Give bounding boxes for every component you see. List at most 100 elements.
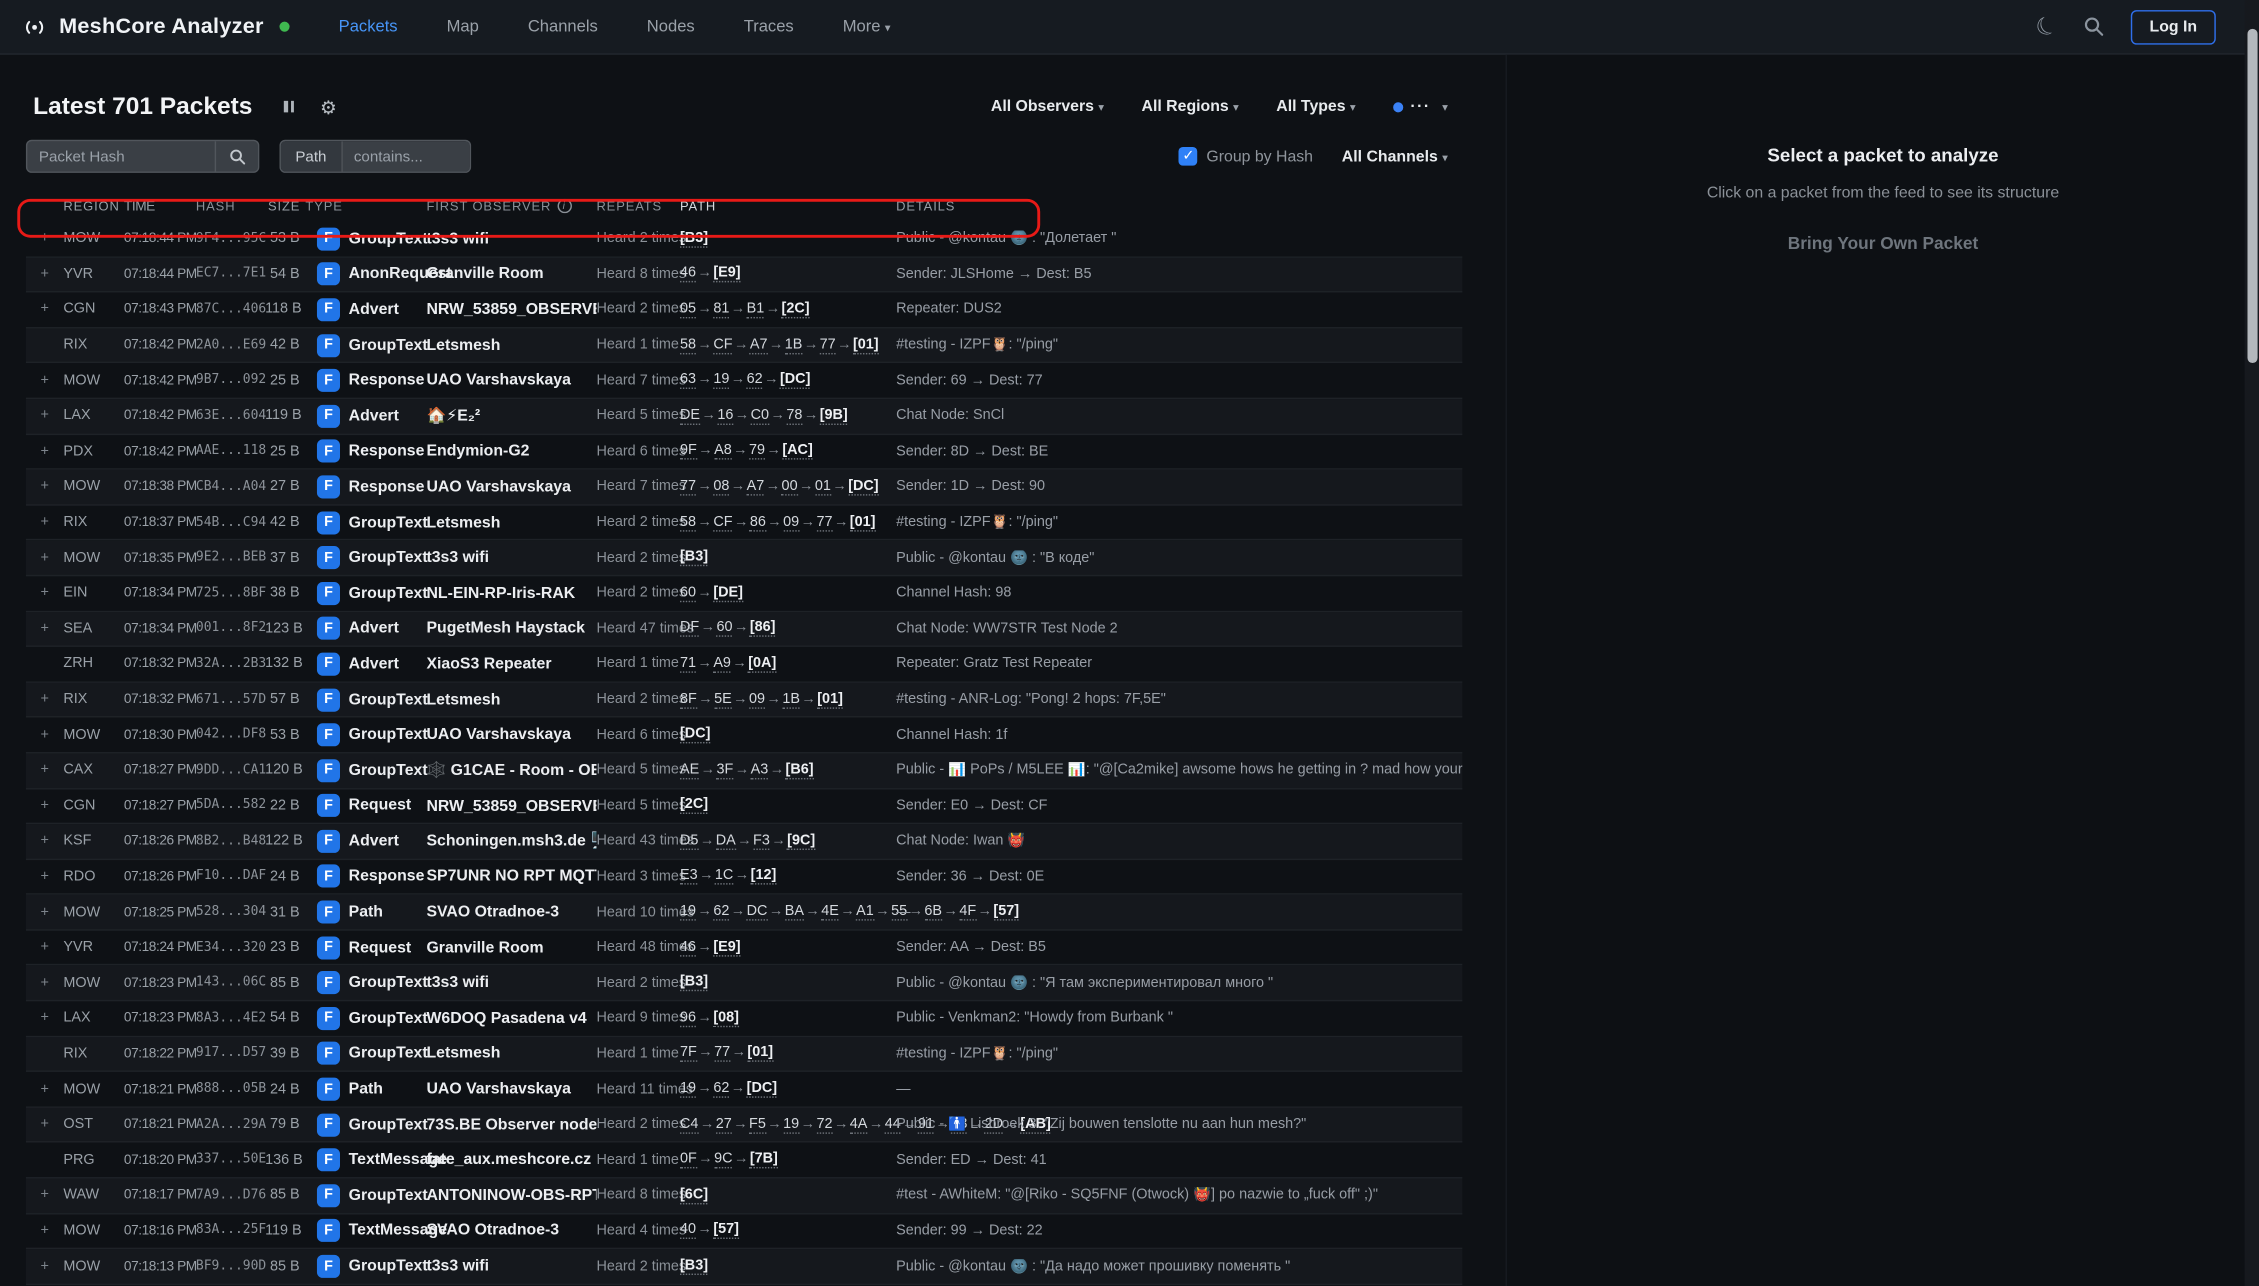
path-hop[interactable]: A7	[750, 337, 768, 354]
path-hop[interactable]: CF	[713, 337, 732, 354]
row-first-observer[interactable]: SVAO Otradnoe-3	[426, 903, 596, 920]
col-path[interactable]: PATH	[680, 196, 896, 217]
row-expander[interactable]: +	[26, 940, 63, 956]
row-expander[interactable]: +	[26, 1258, 63, 1274]
table-row[interactable]: + OST 07:18:21 PM A2A...29A 79 B F Group…	[26, 1108, 1462, 1143]
path-hop[interactable]: 77	[820, 337, 836, 354]
row-expander[interactable]: +	[26, 975, 63, 991]
path-hop[interactable]: [6C]	[680, 1187, 708, 1204]
row-expander[interactable]: +	[26, 1223, 63, 1239]
table-row[interactable]: RIX 07:18:42 PM 2A0...E69 42 B F GroupTe…	[26, 328, 1462, 363]
path-hop[interactable]: [B3]	[680, 1258, 708, 1275]
path-hop[interactable]: 79	[749, 443, 765, 460]
path-hop[interactable]: [12]	[751, 868, 777, 885]
table-row[interactable]: + CGN 07:18:27 PM 5DA...582 22 B F Reque…	[26, 789, 1462, 824]
col-time[interactable]: TIME	[124, 198, 196, 214]
row-first-observer[interactable]: UAO Varshavskaya	[426, 1081, 596, 1098]
nav-link-packets[interactable]: Packets	[339, 18, 398, 35]
row-first-observer[interactable]: Schoningen.msh3.de 🖥️	[426, 832, 596, 851]
path-hop[interactable]: 60	[717, 620, 733, 637]
row-first-observer[interactable]: NL-EIN-RP-Iris-RAK	[426, 585, 596, 602]
path-hop[interactable]: 1B	[782, 691, 800, 708]
table-row[interactable]: + MOW 07:18:16 PM 83A...25F 119 B F Text…	[26, 1214, 1462, 1249]
path-hop[interactable]: 7F	[680, 1045, 697, 1062]
path-hop[interactable]: [B3]	[680, 549, 708, 566]
brand[interactable]: MeshCore Analyzer	[20, 14, 290, 38]
path-hop[interactable]: 09	[783, 514, 799, 531]
table-row[interactable]: + EIN 07:18:34 PM 725...8BF 38 B F Group…	[26, 576, 1462, 611]
group-by-hash-toggle[interactable]: ✓ Group by Hash	[1179, 147, 1313, 166]
path-hop[interactable]: 01	[815, 478, 831, 495]
path-hop[interactable]: DC	[747, 903, 768, 920]
row-expander[interactable]: +	[26, 1081, 63, 1097]
path-hop[interactable]: A9	[713, 655, 731, 672]
row-expander[interactable]: +	[26, 727, 63, 743]
table-row[interactable]: + YVR 07:18:24 PM E34...320 23 B F Reque…	[26, 931, 1462, 966]
path-hop[interactable]: [E9]	[713, 266, 740, 283]
path-hop[interactable]: 27	[716, 1116, 732, 1133]
row-first-observer[interactable]: UAO Varshavskaya	[426, 372, 596, 389]
row-first-observer[interactable]: W6DOQ Pasadena v4	[426, 1010, 596, 1027]
path-hop[interactable]: E3	[680, 868, 698, 885]
table-row[interactable]: + WAW 07:18:17 PM 7A9...D76 85 B F Group…	[26, 1179, 1462, 1214]
packet-hash-input[interactable]	[27, 141, 214, 171]
path-hop[interactable]: AE	[680, 762, 699, 779]
row-expander[interactable]: +	[26, 1188, 63, 1204]
row-first-observer[interactable]: t3s3 wifi	[426, 549, 596, 566]
path-hop[interactable]: DE	[680, 407, 700, 424]
table-row[interactable]: + LAX 07:18:42 PM 63E...604 119 B F Adve…	[26, 399, 1462, 434]
col-size[interactable]: SIZE	[265, 199, 305, 213]
row-first-observer[interactable]: UAO Varshavskaya	[426, 726, 596, 743]
channels-filter-dropdown[interactable]: All Channels▾	[1342, 148, 1448, 165]
row-first-observer[interactable]: Endymion-G2	[426, 443, 596, 460]
table-row[interactable]: + MOW 07:18:13 PM BF9...90D 85 B F Group…	[26, 1249, 1462, 1284]
table-row[interactable]: + YVR 07:18:44 PM EC7...7E1 54 B F AnonR…	[26, 257, 1462, 292]
path-hop[interactable]: [DE]	[713, 585, 743, 602]
dark-mode-toggle-moon-icon[interactable]: ☾	[2031, 11, 2061, 42]
path-hop[interactable]: 9F	[680, 443, 697, 460]
path-hop[interactable]: 77	[714, 1045, 730, 1062]
path-hop[interactable]: 81	[713, 301, 729, 318]
path-hop[interactable]: [01]	[850, 514, 876, 531]
path-hop[interactable]: 58	[680, 514, 696, 531]
types-filter-dropdown[interactable]: All Types▾	[1276, 98, 1355, 115]
path-hop[interactable]: 9C	[714, 1151, 732, 1168]
table-row[interactable]: + MOW 07:18:42 PM 9B7...092 25 B F Respo…	[26, 364, 1462, 399]
path-hop[interactable]: 8F	[680, 691, 697, 708]
row-first-observer[interactable]: ANTONINOW-OBS-RPT	[426, 1187, 596, 1204]
table-row[interactable]: + LAX 07:18:23 PM 8A3...4E2 54 B F Group…	[26, 1001, 1462, 1036]
row-expander[interactable]: +	[26, 692, 63, 708]
table-row[interactable]: + PDX 07:18:42 PM AAE...118 25 B F Respo…	[26, 434, 1462, 469]
table-row[interactable]: PRG 07:18:20 PM 337...50E 136 B F TextMe…	[26, 1143, 1462, 1178]
path-hop[interactable]: B1	[747, 301, 765, 318]
row-first-observer[interactable]: t3s3 wifi	[426, 1258, 596, 1275]
table-row[interactable]: + MOW 07:18:30 PM 042...DF8 53 B F Group…	[26, 718, 1462, 753]
path-hop[interactable]: 77	[680, 478, 696, 495]
path-hop[interactable]: [57]	[713, 1222, 739, 1239]
row-expander[interactable]: +	[26, 798, 63, 814]
path-hop[interactable]: 05	[680, 301, 696, 318]
nav-link-channels[interactable]: Channels	[528, 18, 598, 35]
path-hop[interactable]: [DC]	[747, 1081, 777, 1098]
row-first-observer[interactable]: SVAO Otradnoe-3	[426, 1222, 596, 1239]
path-hop[interactable]: [2C]	[782, 301, 810, 318]
path-hop[interactable]: [DC]	[680, 726, 710, 743]
table-row[interactable]: + MOW 07:18:38 PM CB4...A04 27 B F Respo…	[26, 470, 1462, 505]
row-expander[interactable]: +	[26, 373, 63, 389]
path-hop[interactable]: 60	[680, 585, 696, 602]
path-hop[interactable]: F5	[749, 1116, 766, 1133]
row-first-observer[interactable]: Granville Room	[426, 266, 596, 283]
table-row[interactable]: + RIX 07:18:37 PM 54B...C94 42 B F Group…	[26, 505, 1462, 540]
table-row[interactable]: + RDO 07:18:26 PM F10...DAF 24 B F Respo…	[26, 860, 1462, 895]
info-icon[interactable]: i	[557, 199, 571, 213]
path-hop[interactable]: CF	[713, 514, 732, 531]
row-first-observer[interactable]: SP7UNR NO RPT MQTT	[426, 868, 596, 885]
row-first-observer[interactable]: NRW_53859_OBSERVER👀	[426, 300, 596, 319]
path-hop[interactable]: 62	[713, 903, 729, 920]
row-first-observer[interactable]: Letsmesh	[426, 337, 596, 354]
col-hash[interactable]: HASH	[196, 199, 265, 213]
pause-button[interactable]	[284, 101, 294, 113]
row-expander[interactable]: +	[26, 869, 63, 885]
row-expander[interactable]: +	[26, 762, 63, 778]
group-by-hash-checkbox[interactable]: ✓	[1179, 147, 1198, 166]
